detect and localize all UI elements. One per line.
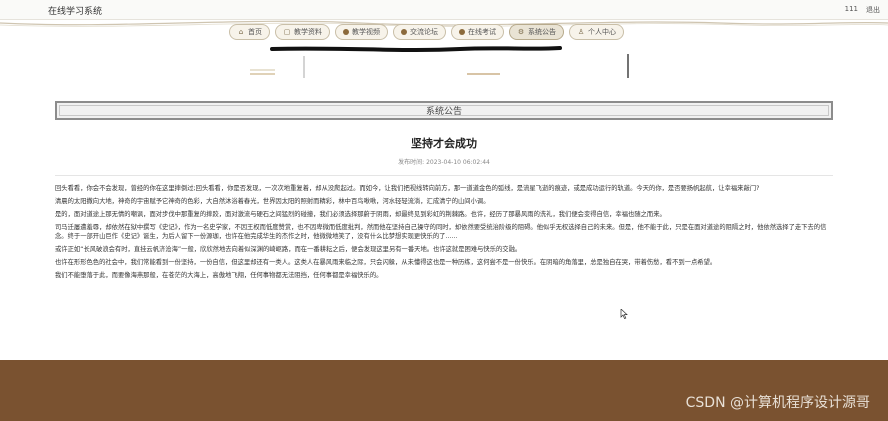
article-paragraph: 或许正如“长风破浪会有时，直挂云帆济沧海”一般，欣欣然地去向着似深渊的崎岖路，而…: [55, 246, 522, 253]
article-paragraph: 也许在形形色色的社会中，我们常能看到一份坚持，一份自信，但这里却还有一类人。这类…: [55, 259, 717, 266]
nav-personal-center[interactable]: ♙ 个人中心: [569, 24, 624, 40]
main-nav: ⌂ 首页 ▢ 教学资料 教学视频 交流论坛 在线考试 ⚙ 系统公告 ♙ 个人中心: [229, 24, 624, 40]
app-title: 在线学习系统: [48, 7, 103, 17]
exam-icon: [459, 29, 465, 35]
article-paragraph: 我们不能堕落于此，而要像海燕那般，在苍茫的大海上，高傲地飞翔，任何事物都无法阻挡…: [55, 272, 383, 279]
article-content: 回头看看，你会不会发现，曾经的你在这里摔倒过;回头看看，你是否发现，一次次地重复…: [55, 184, 833, 284]
nav-forum-label: 交流论坛: [410, 28, 438, 36]
username: 111: [844, 5, 858, 13]
nav-system-notice[interactable]: ⚙ 系统公告: [509, 24, 564, 40]
forum-icon: [401, 29, 407, 35]
article-title: 坚持才会成功: [411, 137, 477, 150]
document-icon: ▢: [283, 28, 291, 36]
footer: CSDN @计算机程序设计源哥: [0, 360, 888, 421]
watermark: CSDN @计算机程序设计源哥: [685, 395, 870, 411]
article-paragraph: 回头看看，你会不会发现，曾经的你在这里摔倒过;回头看看，你是否发现，一次次地重复…: [55, 185, 760, 192]
publish-time: 2023-04-10 06:02:44: [426, 159, 490, 166]
nav-online-exam[interactable]: 在线考试: [451, 24, 504, 40]
nav-system-notice-label: 系统公告: [528, 28, 556, 36]
article-paragraph: 是的，面对道途上那无情的嘲讽，面对步伐中那重复的摔跤，面对激流与硬石之间猛烈的碰…: [55, 211, 666, 218]
article-paragraph: 司马迁屡遭羞辱，却依然在狱中撰写《史记》，作为一名史学家，不因王权而低度赞赏，也…: [55, 224, 827, 240]
nav-teaching-materials-label: 教学资料: [294, 28, 322, 36]
nav-home-label: 首页: [248, 28, 262, 36]
article-paragraph: 清晨的太阳撒向大地，神奇的宇宙赋予它神奇的色彩，大自然沐浴着春光，世界因太阳的照…: [55, 198, 490, 205]
mouse-cursor-icon: [620, 309, 628, 319]
nav-home[interactable]: ⌂ 首页: [229, 24, 270, 40]
publish-label: 发布时间:: [398, 159, 425, 166]
nav-teaching-materials[interactable]: ▢ 教学资料: [275, 24, 330, 40]
video-icon: [343, 29, 349, 35]
gear-icon: ⚙: [517, 28, 525, 36]
nav-forum[interactable]: 交流论坛: [393, 24, 446, 40]
banner-decoration: [250, 46, 629, 78]
nav-online-exam-label: 在线考试: [468, 28, 496, 36]
section-header: 系统公告: [55, 101, 833, 120]
section-title: 系统公告: [425, 107, 462, 117]
publish-info: 发布时间: 2023-04-10 06:02:44: [0, 157, 888, 166]
nav-teaching-videos-label: 教学视频: [352, 28, 380, 36]
logout-link[interactable]: 退出: [866, 5, 880, 15]
nav-personal-center-label: 个人中心: [588, 28, 616, 36]
user-icon: ♙: [577, 28, 585, 36]
title-divider: [55, 175, 833, 176]
home-icon: ⌂: [238, 28, 244, 36]
nav-teaching-videos[interactable]: 教学视频: [335, 24, 388, 40]
